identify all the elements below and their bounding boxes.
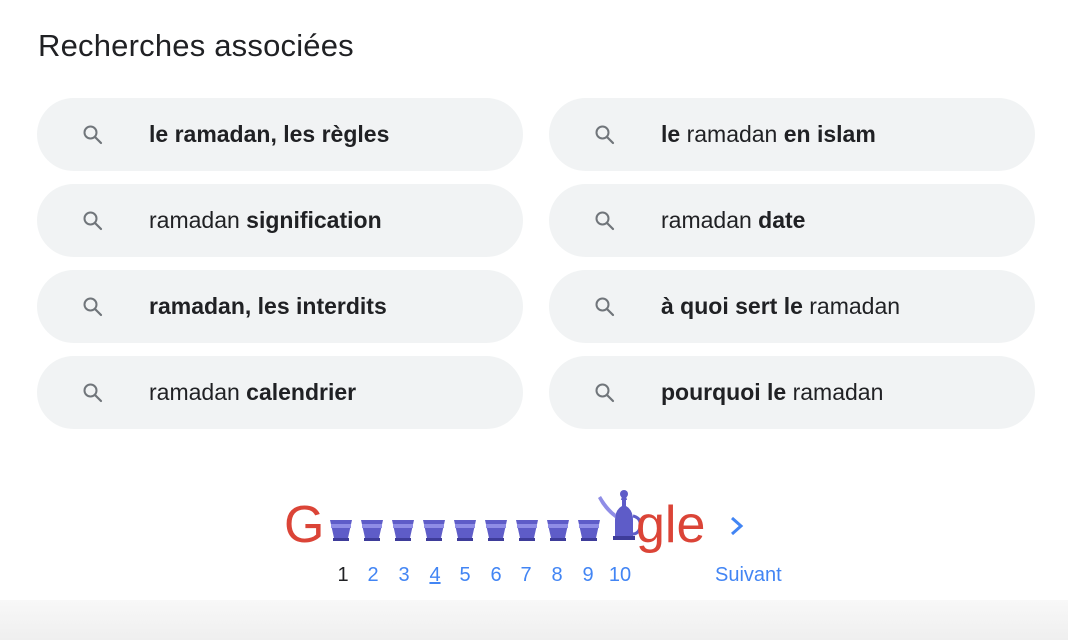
search-icon [81, 295, 105, 319]
page-number-4[interactable]: 4 [423, 564, 447, 587]
related-search-text: ramadan, les interdits [149, 293, 387, 320]
related-search-chip[interactable]: ramadan date [549, 184, 1035, 257]
cup-icon [578, 520, 600, 541]
bold-term: signification [246, 207, 382, 233]
dallah-coffee-pot-icon [598, 490, 642, 540]
logo-letter-g: G [284, 496, 324, 554]
related-search-chip[interactable]: ramadan, les interdits [37, 270, 523, 343]
bold-term: calendrier [246, 379, 357, 405]
cup-icon [454, 520, 476, 541]
page-number-5[interactable]: 5 [453, 564, 477, 587]
query-term: ramadan [149, 207, 247, 233]
page-number-8[interactable]: 8 [545, 564, 569, 587]
cup-icon [423, 520, 445, 541]
footer-bar [0, 600, 1068, 640]
related-search-text: à quoi sert le ramadan [661, 293, 900, 320]
related-search-chip[interactable]: à quoi sert le ramadan [549, 270, 1035, 343]
search-icon [593, 381, 617, 405]
related-search-chip[interactable]: pourquoi le ramadan [549, 356, 1035, 429]
page-number-9[interactable]: 9 [576, 564, 600, 587]
bold-term: ramadan, les interdits [149, 293, 387, 319]
bold-term: le ramadan, les règles [149, 121, 390, 147]
related-searches-grid: le ramadan, les règles le ramadan en isla… [37, 98, 1035, 429]
related-search-text: pourquoi le ramadan [661, 379, 883, 406]
search-icon [593, 209, 617, 233]
page-number-2[interactable]: 2 [361, 564, 385, 587]
section-title: Recherches associées [38, 28, 354, 63]
cup-icon [547, 520, 569, 541]
query-term: ramadan [802, 293, 901, 319]
page-number-6[interactable]: 6 [484, 564, 508, 587]
query-term: ramadan [149, 379, 247, 405]
related-search-text: ramadan calendrier [149, 379, 356, 406]
cup-icon [392, 520, 414, 541]
cup-row [330, 520, 600, 541]
bold-term: en islam [783, 121, 876, 147]
related-search-chip[interactable]: le ramadan, les règles [37, 98, 523, 171]
cup-icon [361, 520, 383, 541]
page-number-3[interactable]: 3 [392, 564, 416, 587]
query-term: ramadan [661, 207, 759, 233]
page-number-10[interactable]: 10 [607, 564, 633, 587]
google-ramadan-doodle-logo: G gle [284, 490, 705, 554]
query-term: ramadan [680, 121, 784, 147]
bold-term: pourquoi le [661, 379, 787, 405]
related-search-chip[interactable]: le ramadan en islam [549, 98, 1035, 171]
bold-term: date [758, 207, 806, 233]
related-search-text: ramadan date [661, 207, 805, 234]
related-search-text: le ramadan en islam [661, 121, 876, 148]
next-page-link[interactable]: Suivant [715, 564, 782, 587]
pagination: G gle Suivant 1 2 3 4 5 6 7 8 9 10 [0, 478, 1068, 598]
page-number-1: 1 [337, 564, 349, 586]
search-icon [81, 123, 105, 147]
cup-icon [330, 520, 352, 541]
search-icon [593, 123, 617, 147]
cup-icon [485, 520, 507, 541]
cup-icon [516, 520, 538, 541]
related-search-text: ramadan signification [149, 207, 382, 234]
related-search-chip[interactable]: ramadan calendrier [37, 356, 523, 429]
query-term: ramadan [786, 379, 884, 405]
related-search-text: le ramadan, les règles [149, 121, 389, 148]
logo-letters-gle: gle [636, 496, 705, 554]
bold-term: à quoi sert le [661, 293, 803, 319]
related-search-chip[interactable]: ramadan signification [37, 184, 523, 257]
chevron-right-icon[interactable] [726, 514, 748, 538]
page-number-7[interactable]: 7 [514, 564, 538, 587]
page-numbers: Suivant 1 2 3 4 5 6 7 8 9 10 [0, 564, 1068, 590]
search-icon [593, 295, 617, 319]
search-icon [81, 381, 105, 405]
bold-term: le [661, 121, 681, 147]
search-icon [81, 209, 105, 233]
